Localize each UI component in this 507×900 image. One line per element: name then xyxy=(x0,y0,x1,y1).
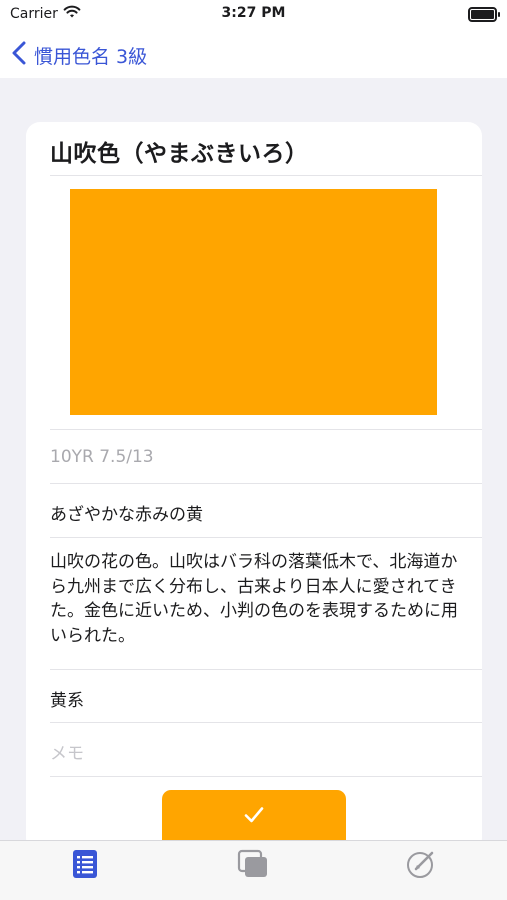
tab-bar xyxy=(0,840,507,900)
memo-field[interactable]: メモ xyxy=(50,739,84,764)
divider xyxy=(50,722,482,723)
divider xyxy=(50,175,482,176)
divider xyxy=(50,537,482,538)
divider xyxy=(50,483,482,484)
divider xyxy=(50,669,482,670)
color-detail-card: 山吹色（やまぶきいろ） 10YR 7.5/13 あざやかな赤みの黄 山吹の花の色… xyxy=(26,122,482,852)
divider xyxy=(50,429,482,430)
short-description: あざやかな赤みの黄 xyxy=(50,505,203,525)
tab-list[interactable] xyxy=(68,849,102,883)
color-name-title: 山吹色（やまぶきいろ） xyxy=(50,141,309,167)
munsell-value: 10YR 7.5/13 xyxy=(50,447,154,467)
color-group: 黄系 xyxy=(50,691,84,711)
tab-edit[interactable] xyxy=(404,849,438,883)
back-button[interactable]: 慣用色名 3級 xyxy=(12,38,147,72)
edit-circle-icon xyxy=(405,848,437,884)
list-icon xyxy=(72,849,98,883)
status-bar: Carrier 3:27 PM xyxy=(0,0,507,32)
divider xyxy=(50,776,482,777)
battery-icon xyxy=(468,7,500,22)
back-button-label: 慣用色名 3級 xyxy=(34,45,148,68)
nav-bar: 慣用色名 3級 xyxy=(0,32,507,78)
tab-cards[interactable] xyxy=(236,849,270,883)
cards-icon xyxy=(237,849,269,883)
color-description: 山吹の花の色。山吹はバラ科の落葉低木で、北海道から九州まで広く分布し、古来より日… xyxy=(50,552,458,646)
chevron-left-icon xyxy=(12,41,26,70)
color-swatch xyxy=(70,189,437,415)
screen: Carrier 3:27 PM 慣用色名 3級 山吹色（やまぶきいろ） 10YR… xyxy=(0,0,507,900)
status-time: 3:27 PM xyxy=(221,5,286,21)
